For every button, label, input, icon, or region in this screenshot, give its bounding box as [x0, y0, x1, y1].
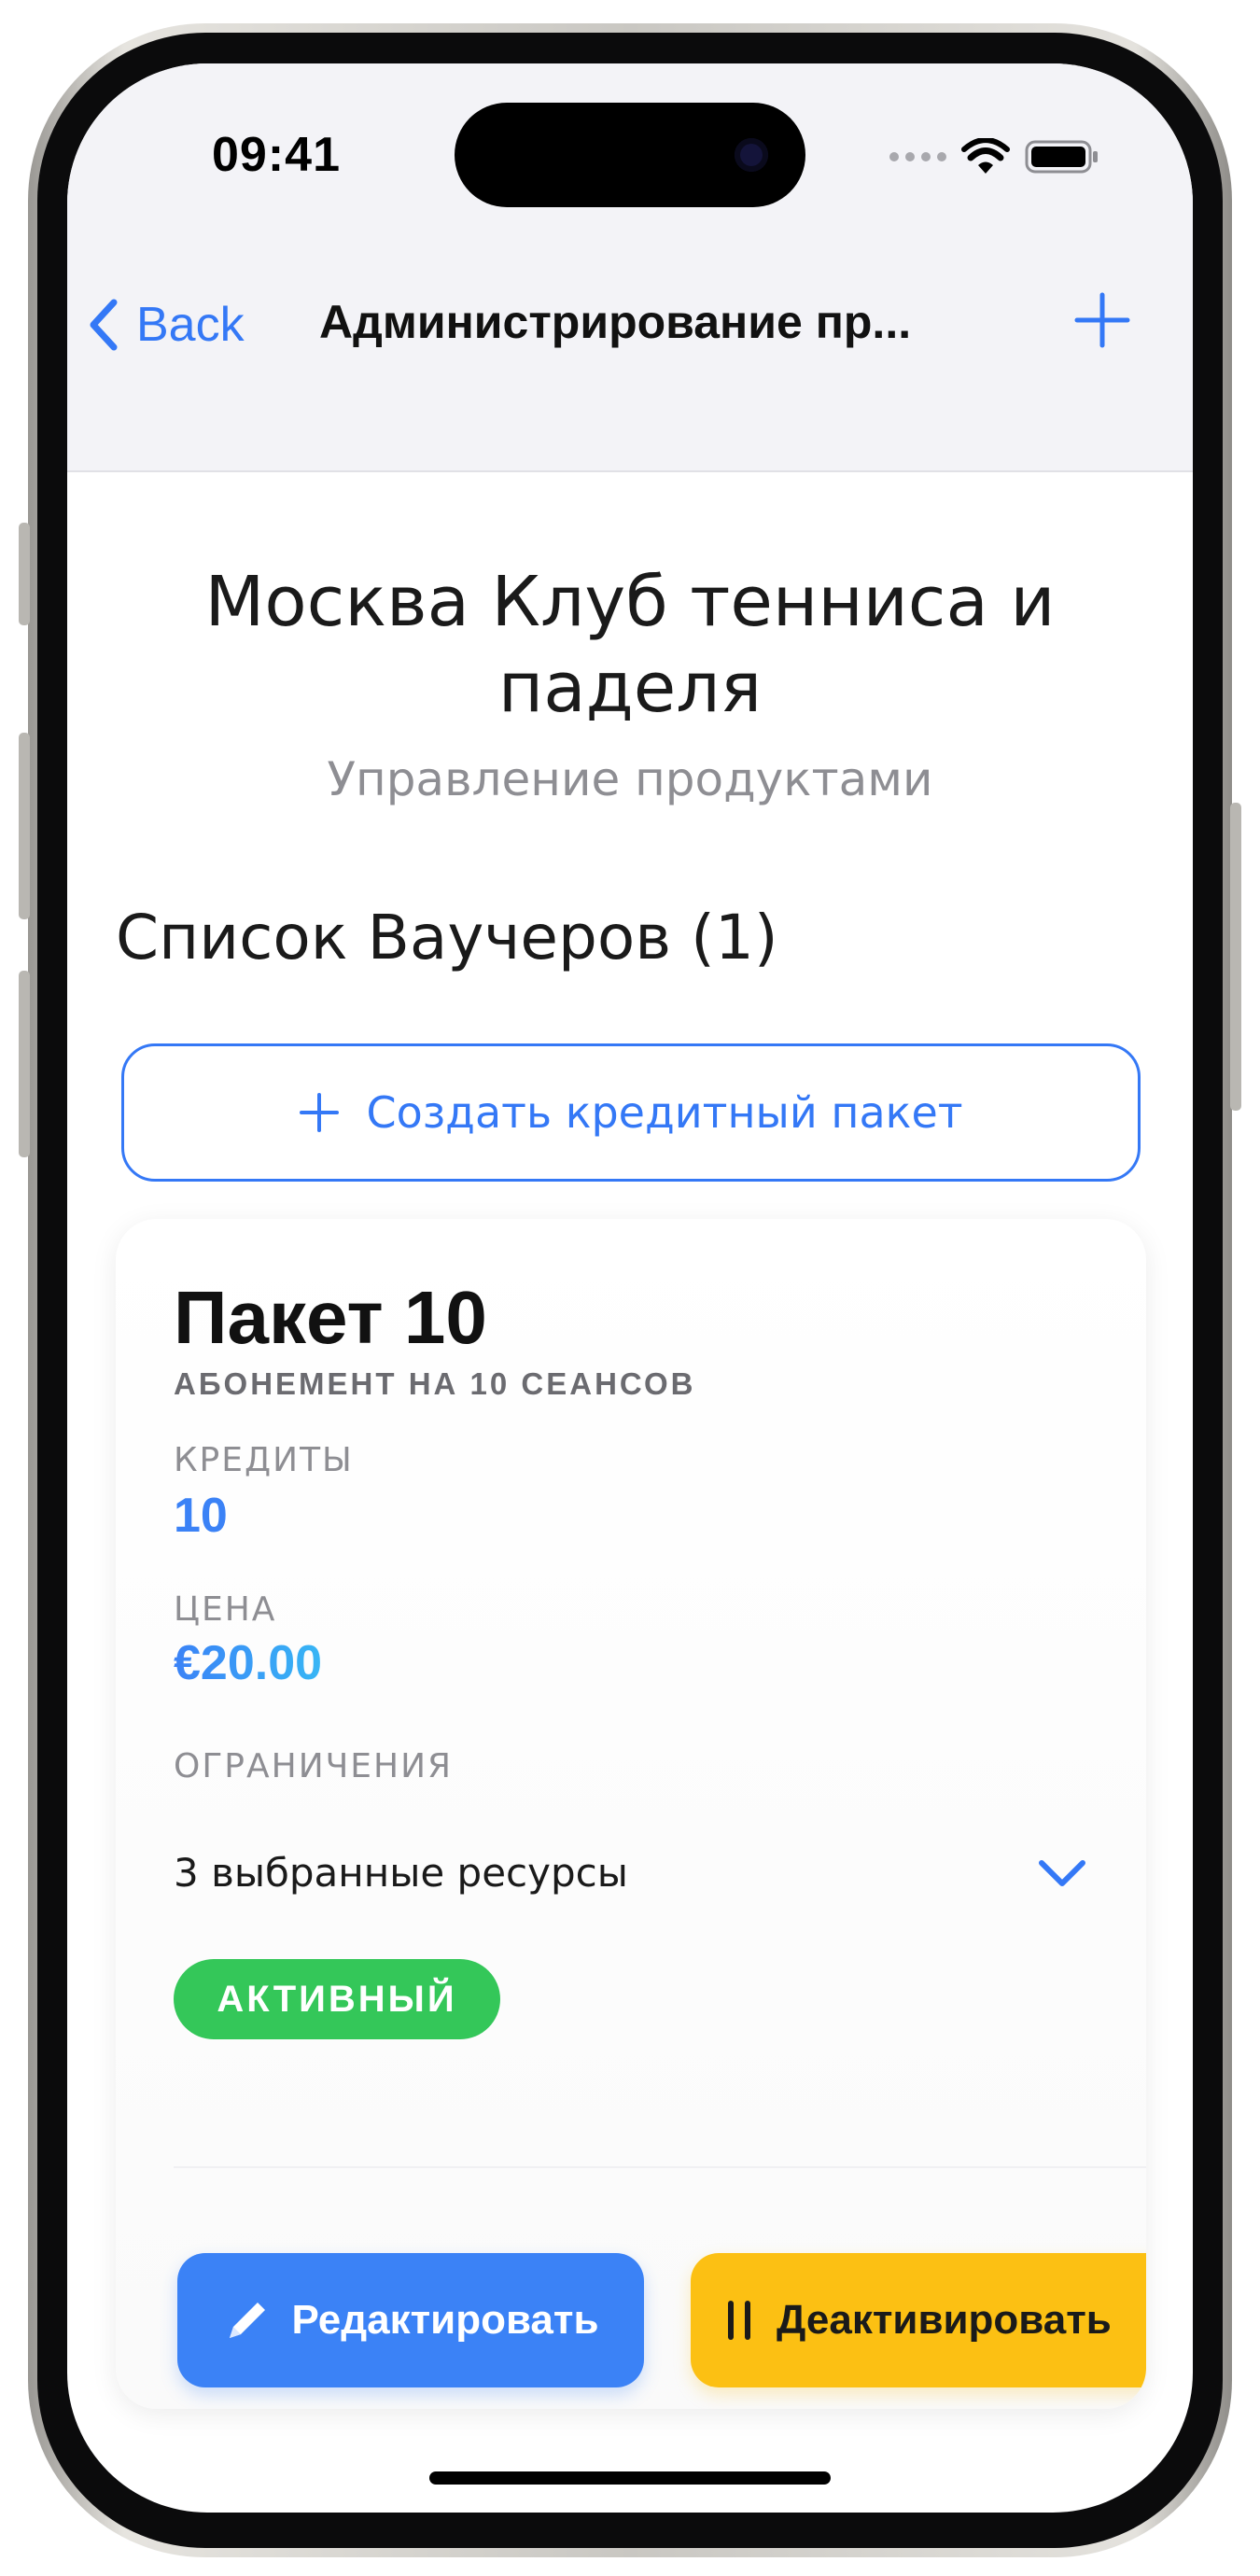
wifi-icon	[961, 138, 1010, 174]
pencil-icon	[230, 2303, 266, 2338]
credits-value: 10	[174, 1489, 228, 1543]
voucher-subtitle: АБОНЕМЕНТ НА 10 СЕАНСОВ	[174, 1366, 696, 1401]
home-indicator[interactable]	[429, 2471, 831, 2485]
battery-icon	[1025, 140, 1098, 174]
credits-label: КРЕДИТЫ	[174, 1441, 354, 1479]
deactivate-button[interactable]: Деактивировать	[691, 2253, 1146, 2387]
restrictions-value: 3 выбранные ресурсы	[174, 1849, 628, 1896]
plus-icon	[300, 1093, 340, 1132]
voucher-card: Пакет 10 АБОНЕМЕНТ НА 10 СЕАНСОВ КРЕДИТЫ…	[116, 1219, 1146, 2409]
club-title: Москва Клуб тенниса и паделя	[204, 562, 1056, 728]
status-badge: АКТИВНЫЙ	[174, 1959, 500, 2039]
restrictions-dropdown[interactable]: 3 выбранные ресурсы	[174, 1844, 1088, 1900]
voucher-list-title: Список Ваучеров (1)	[116, 902, 778, 973]
status-icons	[889, 138, 1099, 175]
action-button	[19, 523, 30, 625]
phone-screen: 09:41 Back Администрирование пр... Москв…	[67, 63, 1193, 2513]
volume-up-button	[19, 733, 30, 919]
back-label: Back	[136, 298, 245, 352]
price-value: €20.00	[174, 1636, 323, 1690]
pause-icon	[728, 2301, 750, 2340]
back-button[interactable]: Back	[86, 297, 245, 353]
chevron-left-icon	[90, 299, 118, 351]
dynamic-island	[455, 103, 805, 207]
add-button[interactable]	[1070, 287, 1135, 353]
nav-title: Администрирование пр...	[319, 296, 912, 348]
status-time: 09:41	[212, 128, 341, 182]
deactivate-label: Деактивировать	[777, 2297, 1112, 2343]
create-credit-pack-label: Создать кредитный пакет	[366, 1087, 963, 1138]
status-bar: 09:41	[67, 63, 1193, 241]
price-label: ЦЕНА	[174, 1590, 277, 1629]
edit-label: Редактировать	[291, 2297, 599, 2343]
volume-down-button	[19, 971, 30, 1157]
edit-button[interactable]: Редактировать	[177, 2253, 644, 2387]
signal-icon	[889, 152, 946, 161]
club-subtitle: Управление продуктами	[327, 752, 933, 806]
plus-icon	[1074, 292, 1130, 348]
power-button	[1230, 803, 1241, 1111]
voucher-title: Пакет 10	[174, 1276, 487, 1359]
restrictions-label: ОГРАНИЧЕНИЯ	[174, 1747, 454, 1785]
create-credit-pack-button[interactable]: Создать кредитный пакет	[121, 1043, 1141, 1182]
front-camera	[735, 138, 768, 172]
chevron-down-icon	[1039, 1860, 1085, 1886]
navigation-bar: Back Администрирование пр...	[67, 241, 1193, 472]
card-divider	[174, 2166, 1146, 2168]
